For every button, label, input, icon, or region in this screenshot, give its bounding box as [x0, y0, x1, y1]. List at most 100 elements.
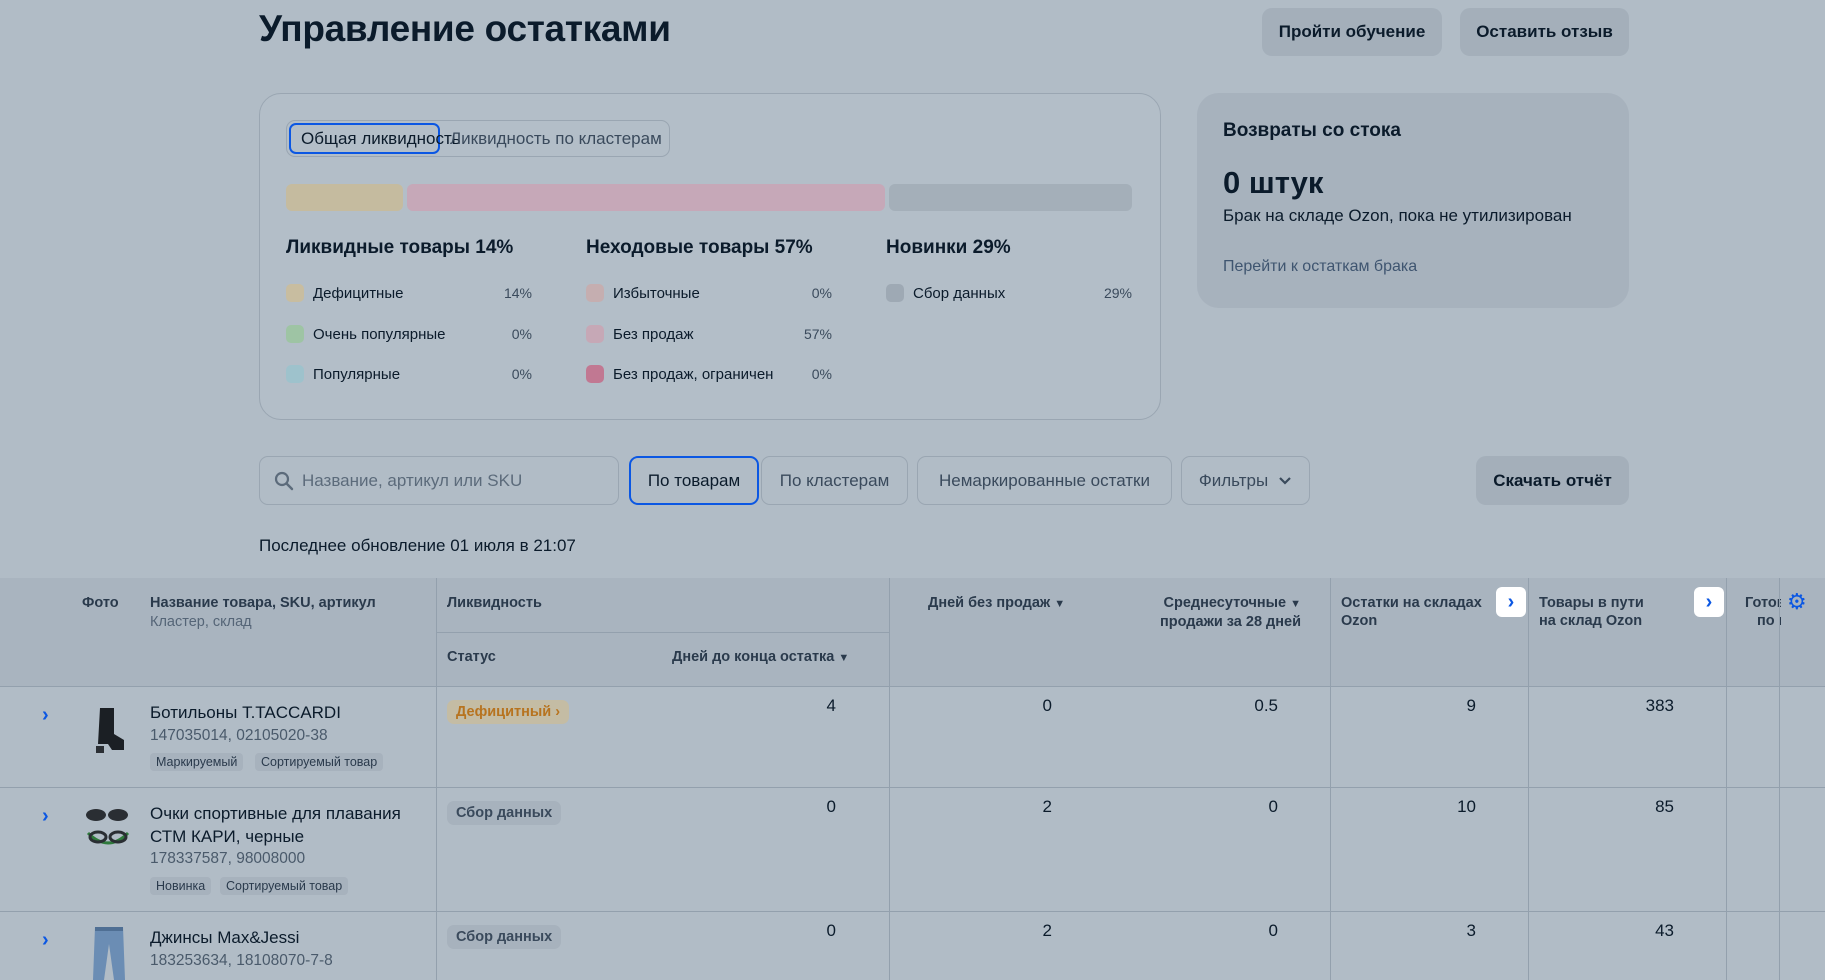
legend-label: Без продаж	[613, 325, 694, 343]
expand-transit-button[interactable]: ›	[1694, 587, 1724, 617]
returns-card: Возвраты со стока 0 штук Брак на складе …	[1197, 93, 1629, 308]
gear-icon[interactable]: ⚙	[1787, 589, 1807, 615]
bar-segment	[286, 184, 403, 211]
col-stock: Остатки на складах Ozon	[1341, 594, 1482, 630]
col-days-no-sales-label: Дней без продаж	[928, 595, 1051, 611]
legend-item: Сбор данных 29%	[886, 282, 1132, 304]
returns-title: Возвраты со стока	[1223, 120, 1401, 141]
transit-value: 383	[1645, 696, 1674, 715]
product-name[interactable]: Очки спортивные для плавания СТМ КАРИ, ч…	[150, 802, 401, 848]
expand-stock-button[interactable]: ›	[1496, 587, 1526, 617]
col-ready: Готов по в	[1745, 594, 1781, 630]
legend-percent: 0%	[811, 285, 832, 301]
learn-button[interactable]: Пройти обучение	[1262, 8, 1442, 56]
group-title-liquid: Ликвидные товары 14%	[286, 237, 514, 258]
download-report-button[interactable]: Скачать отчёт	[1476, 456, 1629, 505]
goggles-thumbnail	[86, 809, 130, 845]
col-divider	[889, 578, 890, 980]
col-avg-sales-label-1: Среднесуточные	[1163, 595, 1287, 611]
col-divider	[1726, 578, 1727, 980]
liquidity-card: Общая ликвидность Ликвидность по кластер…	[259, 93, 1161, 420]
legend-label: Избыточные	[613, 284, 700, 302]
col-ready-label-1: Готов	[1745, 595, 1781, 611]
filters-label: Фильтры	[1198, 470, 1269, 490]
view-by-products-button[interactable]: По товарам	[629, 456, 759, 505]
col-stock-label-1: Остатки на складах	[1341, 595, 1482, 611]
tag: Сортируемый товар	[255, 753, 384, 771]
col-days-no-sales[interactable]: Дней без продаж ▼	[928, 594, 1065, 613]
days-left-value: 4	[826, 696, 836, 715]
avg-sales-value: 0	[1268, 921, 1278, 940]
chevron-down-icon	[1279, 476, 1291, 485]
legend-swatch	[586, 325, 604, 343]
tab-total-liquidity[interactable]: Общая ликвидность	[289, 123, 461, 154]
col-divider	[1528, 578, 1529, 980]
legend-percent: 57%	[803, 326, 832, 342]
col-avg-sales[interactable]: Среднесуточные ▼ продажи за 28 дней	[1131, 594, 1301, 631]
search-icon	[274, 471, 294, 490]
col-liquidity: Ликвидность	[447, 595, 542, 611]
search-placeholder: Название, артикул или SKU	[302, 470, 523, 490]
days-left-value: 0	[826, 921, 836, 940]
legend-item: Очень популярные 0%	[286, 323, 532, 345]
legend-swatch	[286, 325, 304, 343]
product-sku: 147035014, 02105020-38	[150, 727, 328, 744]
boot-thumbnail	[96, 708, 124, 753]
legend-percent: 14%	[503, 285, 532, 301]
row-divider	[0, 911, 1825, 912]
product-name-line-2: СТМ КАРИ, черные	[150, 827, 305, 846]
legend-percent: 0%	[811, 366, 832, 382]
chevron-right-icon[interactable]: ›	[42, 929, 49, 952]
legend-swatch	[586, 284, 604, 302]
page-title: Управление остатками	[259, 8, 671, 49]
row-divider	[0, 787, 1825, 788]
col-divider	[1779, 578, 1780, 980]
header-divider	[437, 632, 889, 633]
avg-sales-value: 0.5	[1254, 696, 1278, 715]
legend-label: Сбор данных	[913, 284, 1006, 302]
col-transit-label-1: Товары в пути	[1539, 595, 1644, 611]
col-ready-label-2: по в	[1757, 613, 1781, 629]
status-badge[interactable]: Сбор данных	[447, 801, 562, 825]
days-no-sales-value: 2	[1042, 797, 1052, 816]
chevron-right-icon[interactable]: ›	[42, 704, 49, 727]
filters-dropdown[interactable]: Фильтры	[1181, 456, 1310, 505]
unmarked-stock-button[interactable]: Немаркированные остатки	[917, 456, 1172, 505]
product-sku: 178337587, 98008000	[150, 850, 306, 867]
stock-value: 9	[1466, 696, 1476, 715]
bar-segment	[889, 184, 1132, 211]
legend-swatch	[886, 284, 904, 302]
col-name-sub: Кластер, склад	[150, 614, 252, 630]
tag: Сортируемый товар	[220, 877, 349, 895]
status-badge[interactable]: Дефицитный ›	[447, 700, 570, 724]
col-transit-label-2: на склад Ozon	[1539, 613, 1643, 629]
status-badge[interactable]: Сбор данных	[447, 925, 562, 949]
bar-segment	[407, 184, 885, 211]
chevron-right-icon: ›	[555, 704, 561, 720]
row-divider	[0, 686, 1825, 687]
col-avg-sales-label-2: продажи за 28 дней	[1160, 614, 1301, 630]
feedback-button[interactable]: Оставить отзыв	[1460, 8, 1629, 56]
tag: Новинка	[150, 877, 212, 895]
returns-description: Брак на складе Ozon, пока не утилизирова…	[1223, 206, 1572, 225]
view-by-clusters-button[interactable]: По кластерам	[761, 456, 908, 505]
col-photo: Фото	[82, 595, 119, 611]
tag: Маркируемый	[150, 753, 244, 771]
tab-cluster-liquidity[interactable]: Ликвидность по кластерам	[440, 123, 667, 154]
legend-item: Без продаж 57%	[586, 323, 832, 345]
stock-value: 10	[1457, 797, 1476, 816]
legend-label: Дефицитные	[313, 284, 404, 302]
transit-value: 43	[1655, 921, 1674, 940]
defect-stock-link[interactable]: Перейти к остаткам брака	[1223, 258, 1417, 276]
col-days-left[interactable]: Дней до конца остатка ▼	[672, 648, 849, 667]
stock-value: 3	[1466, 921, 1476, 940]
search-input[interactable]: Название, артикул или SKU	[259, 456, 619, 505]
product-name[interactable]: Джинсы Max&Jessi	[150, 926, 299, 949]
chevron-right-icon[interactable]: ›	[42, 805, 49, 828]
legend-swatch	[286, 365, 304, 383]
sort-icon: ▼	[1054, 598, 1066, 610]
legend-percent: 0%	[511, 326, 532, 342]
days-no-sales-value: 2	[1042, 921, 1052, 940]
product-name[interactable]: Ботильоны T.TACCARDI	[150, 701, 341, 724]
col-divider	[1330, 578, 1331, 980]
